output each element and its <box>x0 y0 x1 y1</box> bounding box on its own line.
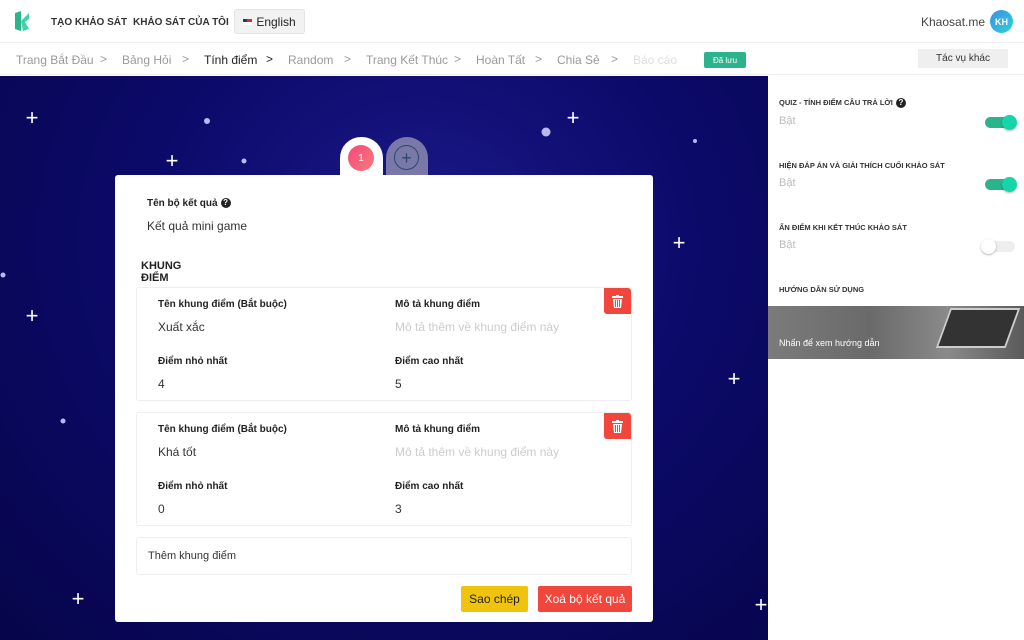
setting-title-show-answers: HIỆN ĐÁP ÁN VÀ GIẢI THÍCH CUỐI KHẢO SÁT <box>779 161 945 170</box>
star-dot-icon <box>204 118 210 124</box>
range-name-input[interactable]: Khá tốt <box>158 445 196 459</box>
setting-value: Bật <box>779 177 796 189</box>
star-plus-icon: + <box>672 230 686 255</box>
star-plus-icon: + <box>71 586 85 611</box>
step-share[interactable]: Chia Sẻ <box>557 53 600 67</box>
language-button[interactable]: English <box>234 9 305 34</box>
chevron-right-icon: > <box>344 52 352 66</box>
star-dot-icon <box>0 272 6 278</box>
range-desc-label: Mô tả khung điểm <box>395 424 480 435</box>
range-max-label: Điểm cao nhất <box>395 356 464 367</box>
step-random[interactable]: Random <box>288 53 333 67</box>
help-icon[interactable]: ? <box>895 98 906 109</box>
star-plus-icon: + <box>25 105 39 130</box>
range-min-label: Điểm nhỏ nhất <box>158 481 228 492</box>
nav-create-survey[interactable]: TẠO KHẢO SÁT <box>51 17 127 28</box>
result-set-name-input[interactable]: Kết quả mini game <box>147 219 247 233</box>
trash-icon <box>612 419 623 433</box>
setting-title-hide-score: ẨN ĐIỂM KHI KẾT THÚC KHẢO SÁT <box>779 223 907 232</box>
step-complete[interactable]: Hoàn Tất <box>476 53 525 67</box>
step-end-page[interactable]: Trang Kết Thúc <box>366 53 448 67</box>
setting-value: Bật <box>779 239 796 251</box>
chevron-right-icon: > <box>454 52 462 66</box>
laptop-image <box>935 308 1021 348</box>
result-set-tab-1[interactable]: 1 <box>340 137 383 176</box>
star-plus-icon: + <box>566 105 580 130</box>
guide-title: HƯỚNG DẪN SỬ DỤNG <box>779 285 865 294</box>
us-flag-icon <box>243 18 253 25</box>
range-max-input[interactable]: 3 <box>395 502 402 516</box>
toggle-show-answers[interactable] <box>985 177 1017 192</box>
star-plus-icon: + <box>727 366 741 391</box>
range-name-input[interactable]: Xuất xắc <box>158 320 205 334</box>
setting-value: Bật <box>779 115 796 127</box>
star-plus-icon: + <box>165 148 179 173</box>
step-start[interactable]: Trang Bắt Đầu <box>16 53 94 67</box>
result-set-name-label: Tên bộ kết quả? <box>147 198 231 209</box>
range-desc-input[interactable]: Mô tả thêm về khung điểm này <box>395 320 559 334</box>
delete-range-button[interactable] <box>604 288 631 314</box>
range-min-input[interactable]: 0 <box>158 502 165 516</box>
step-scoring[interactable]: Tính điểm <box>204 53 257 67</box>
chevron-right-icon: > <box>535 52 543 66</box>
trash-icon <box>612 294 623 308</box>
avatar[interactable]: KH <box>990 10 1013 33</box>
range-desc-label: Mô tả khung điểm <box>395 299 480 310</box>
chevron-right-icon: > <box>100 52 108 66</box>
label-text: Tên bộ kết quả <box>147 198 218 209</box>
add-result-set-tab[interactable]: + <box>386 137 428 176</box>
tab-number: 1 <box>348 145 374 171</box>
section-title: KHUNG ĐIỂM <box>138 260 209 290</box>
chevron-right-icon: > <box>266 52 274 66</box>
saved-badge: Đã lưu <box>704 52 746 68</box>
copy-button[interactable]: Sao chép <box>461 586 528 612</box>
chevron-right-icon: > <box>611 52 619 66</box>
guide-banner[interactable]: Nhấn để xem hướng dẫn <box>768 306 1024 359</box>
range-max-input[interactable]: 5 <box>395 377 402 391</box>
plus-icon: + <box>394 145 419 170</box>
delete-range-button[interactable] <box>604 413 631 439</box>
delete-result-set-button[interactable]: Xoá bộ kết quả <box>538 586 632 612</box>
step-report[interactable]: Báo cáo <box>633 53 677 67</box>
more-actions-button[interactable]: Tác vụ khác <box>918 49 1008 68</box>
star-dot-icon <box>541 127 551 137</box>
star-dot-icon <box>60 418 66 424</box>
help-icon[interactable]: ? <box>220 198 231 209</box>
range-name-label: Tên khung điểm (Bắt buộc) <box>158 424 287 435</box>
range-min-label: Điểm nhỏ nhất <box>158 356 228 367</box>
add-range-button[interactable]: Thêm khung điểm <box>136 537 632 575</box>
star-dot-icon <box>241 158 247 164</box>
breadcrumb: Trang Bắt Đầu > Bảng Hỏi > Tính điểm > R… <box>0 43 1024 75</box>
brand-name[interactable]: Khaosat.me <box>921 15 985 29</box>
toggle-hide-score[interactable] <box>981 239 1017 254</box>
logo-icon[interactable] <box>12 11 32 31</box>
step-questionnaire[interactable]: Bảng Hỏi <box>122 53 171 67</box>
range-name-label: Tên khung điểm (Bắt buộc) <box>158 299 287 310</box>
range-min-input[interactable]: 4 <box>158 377 165 391</box>
star-plus-icon: + <box>754 592 768 617</box>
title-text: QUIZ - TÍNH ĐIỂM CÂU TRẢ LỜI <box>779 98 893 107</box>
toggle-quiz[interactable] <box>985 115 1017 130</box>
range-desc-input[interactable]: Mô tả thêm về khung điểm này <box>395 445 559 459</box>
chevron-right-icon: > <box>182 52 190 66</box>
setting-title-quiz: QUIZ - TÍNH ĐIỂM CÂU TRẢ LỜI? <box>779 98 906 109</box>
star-dot-icon <box>693 139 697 143</box>
top-bar: TẠO KHẢO SÁT KHẢO SÁT CỦA TÔI English Kh… <box>0 0 1024 43</box>
guide-link[interactable]: Nhấn để xem hướng dẫn <box>779 338 880 348</box>
language-label: English <box>256 14 296 29</box>
star-plus-icon: + <box>25 303 39 328</box>
range-max-label: Điểm cao nhất <box>395 481 464 492</box>
nav-my-surveys[interactable]: KHẢO SÁT CỦA TÔI <box>133 17 229 28</box>
